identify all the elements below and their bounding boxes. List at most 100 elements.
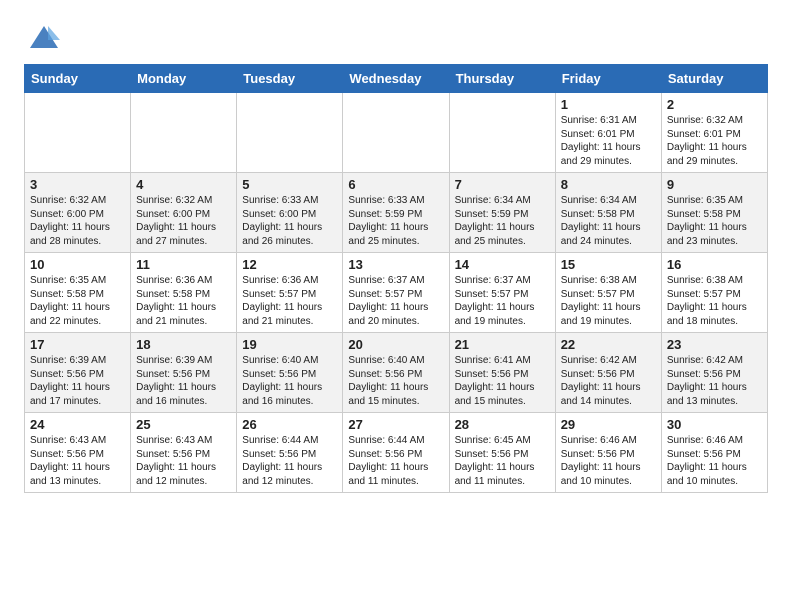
day-number: 16 — [667, 257, 762, 272]
day-number: 10 — [30, 257, 125, 272]
calendar-cell — [449, 93, 555, 173]
day-info: Sunrise: 6:36 AMSunset: 5:57 PMDaylight:… — [242, 274, 337, 328]
day-info: Sunrise: 6:46 AMSunset: 5:56 PMDaylight:… — [561, 434, 656, 488]
calendar-cell: 29 Sunrise: 6:46 AMSunset: 5:56 PMDayligh… — [555, 413, 661, 493]
calendar-cell: 26 Sunrise: 6:44 AMSunset: 5:56 PMDayligh… — [237, 413, 343, 493]
weekday-header-thursday: Thursday — [449, 65, 555, 93]
day-number: 25 — [136, 417, 231, 432]
calendar-cell: 2 Sunrise: 6:32 AMSunset: 6:01 PMDaylight… — [661, 93, 767, 173]
day-info: Sunrise: 6:34 AMSunset: 5:59 PMDaylight:… — [455, 194, 550, 248]
calendar-week-row: 24Sunrise: 6:43 AMSunset: 5:56 PMDayligh… — [25, 413, 768, 493]
day-info: Sunrise: 6:32 AMSunset: 6:01 PMDaylight:… — [667, 114, 762, 168]
day-info: Sunrise: 6:38 AMSunset: 5:57 PMDaylight:… — [667, 274, 762, 328]
calendar-cell: 17 Sunrise: 6:39 AMSunset: 5:56 PMDayligh… — [25, 333, 131, 413]
calendar-week-row: 1 Sunrise: 6:31 AMSunset: 6:01 PMDaylight… — [25, 93, 768, 173]
day-number: 12 — [242, 257, 337, 272]
calendar-cell: 1 Sunrise: 6:31 AMSunset: 6:01 PMDaylight… — [555, 93, 661, 173]
calendar-cell: 15 Sunrise: 6:38 AMSunset: 5:57 PMDayligh… — [555, 253, 661, 333]
day-number: 11 — [136, 257, 231, 272]
day-number: 29 — [561, 417, 656, 432]
day-info: Sunrise: 6:37 AMSunset: 5:57 PMDaylight:… — [455, 274, 550, 328]
day-number: 2 — [667, 97, 762, 112]
calendar-cell: 21 Sunrise: 6:41 AMSunset: 5:56 PMDayligh… — [449, 333, 555, 413]
calendar-cell: 8 Sunrise: 6:34 AMSunset: 5:58 PMDaylight… — [555, 173, 661, 253]
day-number: 3 — [30, 177, 125, 192]
day-number: 13 — [348, 257, 443, 272]
calendar-cell — [237, 93, 343, 173]
day-number: 15 — [561, 257, 656, 272]
day-number: 23 — [667, 337, 762, 352]
calendar-cell: 27Sunrise: 6:44 AMSunset: 5:56 PMDayligh… — [343, 413, 449, 493]
day-info: Sunrise: 6:35 AMSunset: 5:58 PMDaylight:… — [30, 274, 125, 328]
calendar-cell — [343, 93, 449, 173]
day-info: Sunrise: 6:46 AMSunset: 5:56 PMDaylight:… — [667, 434, 762, 488]
weekday-header-monday: Monday — [131, 65, 237, 93]
calendar-week-row: 17 Sunrise: 6:39 AMSunset: 5:56 PMDayligh… — [25, 333, 768, 413]
calendar-cell: 22 Sunrise: 6:42 AMSunset: 5:56 PMDayligh… — [555, 333, 661, 413]
calendar-cell: 11 Sunrise: 6:36 AMSunset: 5:58 PMDayligh… — [131, 253, 237, 333]
calendar-table: SundayMondayTuesdayWednesdayThursdayFrid… — [24, 64, 768, 493]
day-info: Sunrise: 6:40 AMSunset: 5:56 PMDaylight:… — [242, 354, 337, 408]
day-info: Sunrise: 6:32 AMSunset: 6:00 PMDaylight:… — [30, 194, 125, 248]
day-info: Sunrise: 6:43 AMSunset: 5:56 PMDaylight:… — [30, 434, 125, 488]
page: SundayMondayTuesdayWednesdayThursdayFrid… — [0, 0, 792, 509]
day-info: Sunrise: 6:42 AMSunset: 5:56 PMDaylight:… — [667, 354, 762, 408]
day-number: 17 — [30, 337, 125, 352]
day-number: 4 — [136, 177, 231, 192]
calendar-cell: 7 Sunrise: 6:34 AMSunset: 5:59 PMDaylight… — [449, 173, 555, 253]
calendar-cell — [131, 93, 237, 173]
logo — [24, 20, 64, 56]
calendar-cell: 13 Sunrise: 6:37 AMSunset: 5:57 PMDayligh… — [343, 253, 449, 333]
day-info: Sunrise: 6:36 AMSunset: 5:58 PMDaylight:… — [136, 274, 231, 328]
calendar-cell: 23 Sunrise: 6:42 AMSunset: 5:56 PMDayligh… — [661, 333, 767, 413]
weekday-header-tuesday: Tuesday — [237, 65, 343, 93]
day-info: Sunrise: 6:33 AMSunset: 5:59 PMDaylight:… — [348, 194, 443, 248]
day-info: Sunrise: 6:42 AMSunset: 5:56 PMDaylight:… — [561, 354, 656, 408]
day-info: Sunrise: 6:40 AMSunset: 5:56 PMDaylight:… — [348, 354, 443, 408]
day-info: Sunrise: 6:39 AMSunset: 5:56 PMDaylight:… — [136, 354, 231, 408]
calendar-cell: 5 Sunrise: 6:33 AMSunset: 6:00 PMDaylight… — [237, 173, 343, 253]
day-info: Sunrise: 6:41 AMSunset: 5:56 PMDaylight:… — [455, 354, 550, 408]
calendar-cell: 24Sunrise: 6:43 AMSunset: 5:56 PMDayligh… — [25, 413, 131, 493]
day-number: 6 — [348, 177, 443, 192]
calendar-cell: 18 Sunrise: 6:39 AMSunset: 5:56 PMDayligh… — [131, 333, 237, 413]
calendar-cell: 28 Sunrise: 6:45 AMSunset: 5:56 PMDayligh… — [449, 413, 555, 493]
day-number: 18 — [136, 337, 231, 352]
day-info: Sunrise: 6:44 AMSunset: 5:56 PMDaylight:… — [242, 434, 337, 488]
day-info: Sunrise: 6:34 AMSunset: 5:58 PMDaylight:… — [561, 194, 656, 248]
calendar-cell: 20 Sunrise: 6:40 AMSunset: 5:56 PMDayligh… — [343, 333, 449, 413]
logo-icon — [24, 20, 60, 56]
calendar-cell: 9Sunrise: 6:35 AMSunset: 5:58 PMDaylight… — [661, 173, 767, 253]
calendar-cell: 10 Sunrise: 6:35 AMSunset: 5:58 PMDayligh… — [25, 253, 131, 333]
calendar-cell: 19Sunrise: 6:40 AMSunset: 5:56 PMDayligh… — [237, 333, 343, 413]
day-number: 14 — [455, 257, 550, 272]
calendar-week-row: 10 Sunrise: 6:35 AMSunset: 5:58 PMDayligh… — [25, 253, 768, 333]
day-number: 9 — [667, 177, 762, 192]
day-info: Sunrise: 6:44 AMSunset: 5:56 PMDaylight:… — [348, 434, 443, 488]
calendar-cell — [25, 93, 131, 173]
calendar-cell: 12 Sunrise: 6:36 AMSunset: 5:57 PMDayligh… — [237, 253, 343, 333]
day-info: Sunrise: 6:33 AMSunset: 6:00 PMDaylight:… — [242, 194, 337, 248]
weekday-header-wednesday: Wednesday — [343, 65, 449, 93]
day-number: 8 — [561, 177, 656, 192]
day-number: 30 — [667, 417, 762, 432]
header — [24, 20, 768, 56]
day-info: Sunrise: 6:43 AMSunset: 5:56 PMDaylight:… — [136, 434, 231, 488]
day-info: Sunrise: 6:45 AMSunset: 5:56 PMDaylight:… — [455, 434, 550, 488]
calendar-cell: 6 Sunrise: 6:33 AMSunset: 5:59 PMDaylight… — [343, 173, 449, 253]
day-info: Sunrise: 6:37 AMSunset: 5:57 PMDaylight:… — [348, 274, 443, 328]
day-info: Sunrise: 6:31 AMSunset: 6:01 PMDaylight:… — [561, 114, 656, 168]
day-number: 26 — [242, 417, 337, 432]
calendar-cell: 16 Sunrise: 6:38 AMSunset: 5:57 PMDayligh… — [661, 253, 767, 333]
day-number: 5 — [242, 177, 337, 192]
day-info: Sunrise: 6:39 AMSunset: 5:56 PMDaylight:… — [30, 354, 125, 408]
day-number: 28 — [455, 417, 550, 432]
day-number: 1 — [561, 97, 656, 112]
day-info: Sunrise: 6:38 AMSunset: 5:57 PMDaylight:… — [561, 274, 656, 328]
day-number: 20 — [348, 337, 443, 352]
day-number: 21 — [455, 337, 550, 352]
calendar-cell: 14 Sunrise: 6:37 AMSunset: 5:57 PMDayligh… — [449, 253, 555, 333]
day-number: 22 — [561, 337, 656, 352]
day-number: 7 — [455, 177, 550, 192]
calendar-cell: 30 Sunrise: 6:46 AMSunset: 5:56 PMDayligh… — [661, 413, 767, 493]
